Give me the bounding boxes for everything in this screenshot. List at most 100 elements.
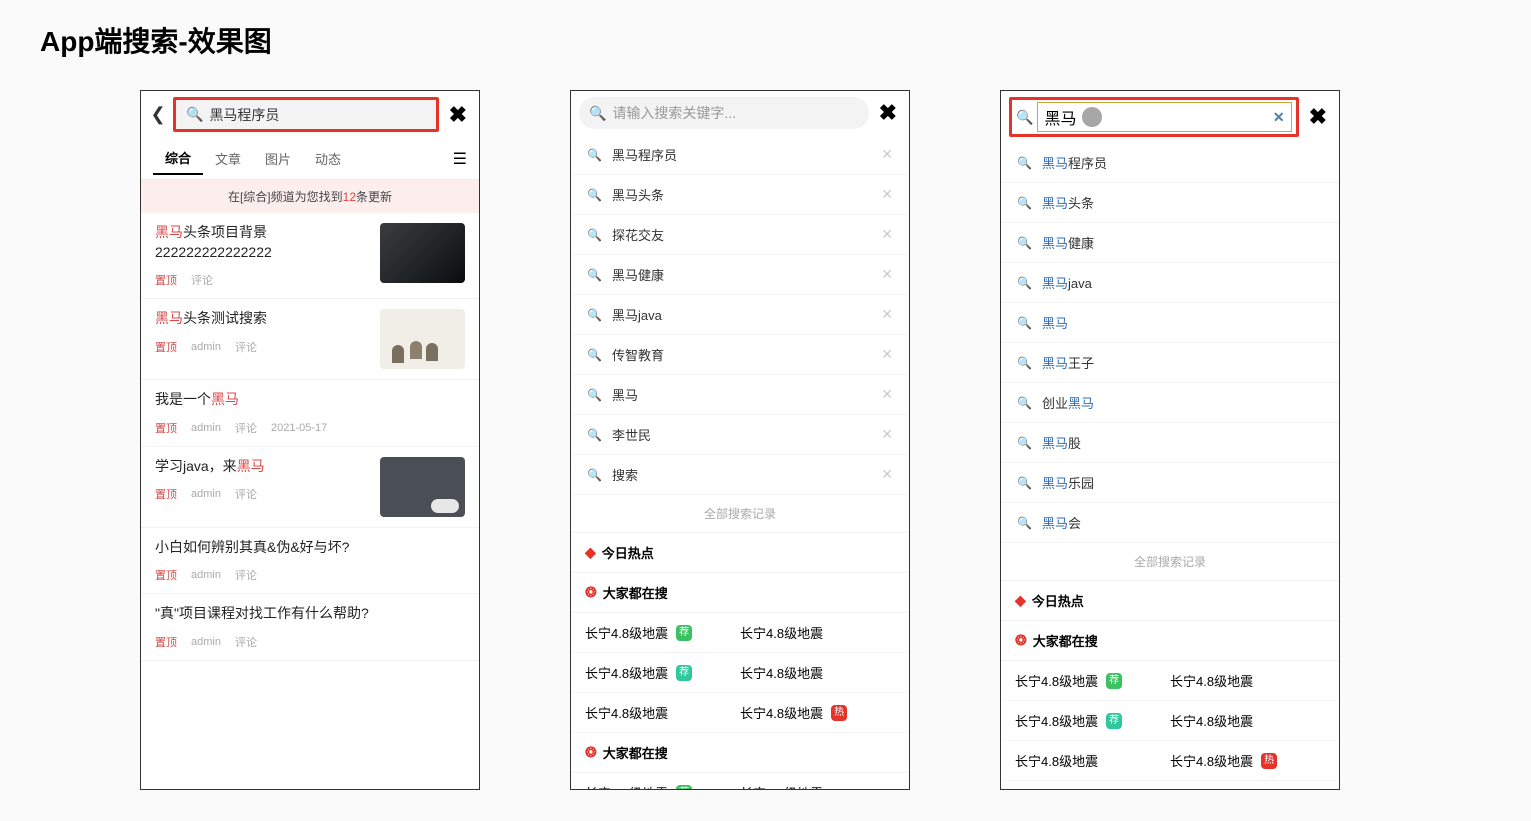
search-icon: 🔍 <box>587 308 602 322</box>
trend-text: 长宁4.8级地震 <box>585 623 668 642</box>
trend-badge: 热 <box>1261 753 1277 769</box>
tab-zonghe[interactable]: 综合 <box>153 142 203 175</box>
search-icon: 🔍 <box>587 348 602 362</box>
history-text: 黑马 <box>612 385 638 404</box>
suggestion-item[interactable]: 🔍黑马股 <box>1001 423 1339 463</box>
history-text: 探花交友 <box>612 225 664 244</box>
history-item[interactable]: 🔍传智教育✕ <box>571 335 909 375</box>
search-placeholder: 请输入搜索关键字... <box>612 103 736 123</box>
suggestion-item[interactable]: 🔍黑马会 <box>1001 503 1339 543</box>
history-item[interactable]: 🔍 黑马程序员 ✕ <box>571 135 909 175</box>
page-title: App端搜索-效果图 <box>40 20 1491 60</box>
result-meta: 置顶admin评论2021-05-17 <box>155 420 465 436</box>
trend-row[interactable]: 长宁4.8级地震荐长宁4.8级地震 <box>571 653 909 693</box>
history-text: 搜索 <box>612 465 638 484</box>
globe-icon: ❂ <box>585 584 597 601</box>
result-meta: 置顶admin评论 <box>155 567 465 583</box>
search-icon: 🔍 <box>587 388 602 402</box>
history-item[interactable]: 🔍 黑马 ✕ <box>571 375 909 415</box>
suggestion-item[interactable]: 🔍黑马java <box>1001 263 1339 303</box>
trend-text: 长宁4.8级地震 <box>740 703 823 722</box>
search-icon: 🔍 <box>587 148 602 162</box>
search-icon: 🔍 <box>1017 236 1032 250</box>
everyone-searching-header-2: ❂大家都在搜 <box>1001 781 1339 790</box>
history-item[interactable]: 🔍黑马头条✕ <box>571 175 909 215</box>
notice-count: 12 <box>343 190 356 204</box>
delete-icon[interactable]: ✕ <box>881 226 893 243</box>
search-result[interactable]: "真"项目课程对找工作有什么帮助? 置顶admin评论 <box>141 594 479 661</box>
trend-row[interactable]: 长宁4.8级地震荐长宁4.8级地震 <box>1001 701 1339 741</box>
close-icon[interactable]: ✖ <box>445 102 471 128</box>
tab-dongtai[interactable]: 动态 <box>303 143 353 174</box>
delete-icon[interactable]: ✕ <box>881 266 893 283</box>
tab-wenzhang[interactable]: 文章 <box>203 143 253 174</box>
tab-tupian[interactable]: 图片 <box>253 143 303 174</box>
everyone-searching-header: ❂大家都在搜 <box>1001 621 1339 661</box>
delete-icon[interactable]: ✕ <box>881 146 893 163</box>
search-result[interactable]: 我是一个黑马置顶admin评论2021-05-17 <box>141 380 479 447</box>
search-result[interactable]: 黑马头条项目背景222222222222222置顶评论 <box>141 213 479 299</box>
result-title: "真"项目课程对找工作有什么帮助? <box>155 604 465 624</box>
search-input-container[interactable]: 黑马 ✕ <box>1037 102 1291 132</box>
suggestion-item[interactable]: 🔍黑马程序员 <box>1001 143 1339 183</box>
suggestion-text: 黑马java <box>1042 273 1092 292</box>
delete-icon[interactable]: ✕ <box>881 386 893 403</box>
trend-row[interactable]: 长宁4.8级地震长宁4.8级地震热 <box>1001 741 1339 781</box>
delete-icon[interactable]: ✕ <box>881 186 893 203</box>
everyone-searching-header-2: ❂大家都在搜 <box>571 733 909 773</box>
search-input-container[interactable]: 🔍 请输入搜索关键字... <box>579 97 869 129</box>
menu-icon[interactable]: ☰ <box>453 149 467 169</box>
history-item[interactable]: 🔍李世民✕ <box>571 415 909 455</box>
today-hot-header: ◆今日热点 <box>1001 581 1339 621</box>
history-item[interactable]: 🔍黑马健康✕ <box>571 255 909 295</box>
trend-row[interactable]: 长宁4.8级地震长宁4.8级地震热 <box>571 693 909 733</box>
trend-badge: 荐 <box>676 785 692 791</box>
trend-row[interactable]: 长宁4.8级地震荐长宁4.8级地震 <box>571 773 909 790</box>
history-item[interactable]: 🔍 黑马java ✕ <box>571 295 909 335</box>
search-input-container[interactable]: 🔍 <box>173 97 439 132</box>
suggestion-item[interactable]: 🔍黑马 <box>1001 303 1339 343</box>
search-icon: 🔍 <box>1017 156 1032 170</box>
back-icon[interactable]: ❮ <box>149 104 167 125</box>
search-result[interactable]: 黑马头条测试搜索置顶admin评论 <box>141 299 479 380</box>
result-meta: 置顶admin评论 <box>155 634 465 650</box>
trend-row[interactable]: 长宁4.8级地震荐长宁4.8级地震 <box>571 613 909 653</box>
trend-text: 长宁4.8级地震 <box>1015 671 1098 690</box>
all-records-link[interactable]: 全部搜索记录 <box>1001 543 1339 581</box>
today-hot-label: 今日热点 <box>602 543 654 562</box>
history-item[interactable]: 🔍 搜索 ✕ <box>571 455 909 495</box>
trend-text: 长宁4.8级地震 <box>1015 751 1098 770</box>
search-input[interactable] <box>209 107 425 123</box>
history-text: 黑马java <box>612 305 662 324</box>
search-icon: 🔍 <box>587 468 602 482</box>
trend-badge: 荐 <box>676 665 692 681</box>
trend-row[interactable]: 长宁4.8级地震荐长宁4.8级地震 <box>1001 661 1339 701</box>
search-icon: 🔍 <box>1017 516 1032 530</box>
trend-text: 长宁4.8级地震 <box>585 703 668 722</box>
result-meta: 置顶admin评论 <box>155 339 370 355</box>
history-text: 黑马程序员 <box>612 145 677 164</box>
all-records-link[interactable]: 全部搜索记录 <box>571 495 909 533</box>
suggestion-item[interactable]: 🔍黑马王子 <box>1001 343 1339 383</box>
delete-icon[interactable]: ✕ <box>881 466 893 483</box>
trend-text: 长宁4.8级地震 <box>1015 711 1098 730</box>
close-icon[interactable]: ✖ <box>875 100 901 126</box>
close-icon[interactable]: ✖ <box>1305 104 1331 130</box>
delete-icon[interactable]: ✕ <box>881 426 893 443</box>
today-hot-header: ◆今日热点 <box>571 533 909 573</box>
result-title: 黑马头条测试搜索 <box>155 309 370 329</box>
suggestion-item[interactable]: 🔍黑马健康 <box>1001 223 1339 263</box>
suggestion-item[interactable]: 🔍黑马乐园 <box>1001 463 1339 503</box>
search-result[interactable]: 学习java，来黑马置顶admin评论 <box>141 447 479 528</box>
search-result[interactable]: 小白如何辨别其真&伪&好与坏?置顶admin评论 <box>141 528 479 595</box>
history-item[interactable]: 🔍探花交友✕ <box>571 215 909 255</box>
history-text: 黑马头条 <box>612 185 664 204</box>
clear-input-icon[interactable]: ✕ <box>1273 109 1285 126</box>
delete-icon[interactable]: ✕ <box>881 346 893 363</box>
suggestion-item[interactable]: 🔍黑马头条 <box>1001 183 1339 223</box>
result-title: 学习java，来黑马 <box>155 457 370 477</box>
delete-icon[interactable]: ✕ <box>881 306 893 323</box>
trend-text: 长宁4.8级地震 <box>585 783 668 790</box>
suggestion-text: 创业黑马 <box>1042 393 1094 412</box>
suggestion-item[interactable]: 🔍创业黑马 <box>1001 383 1339 423</box>
